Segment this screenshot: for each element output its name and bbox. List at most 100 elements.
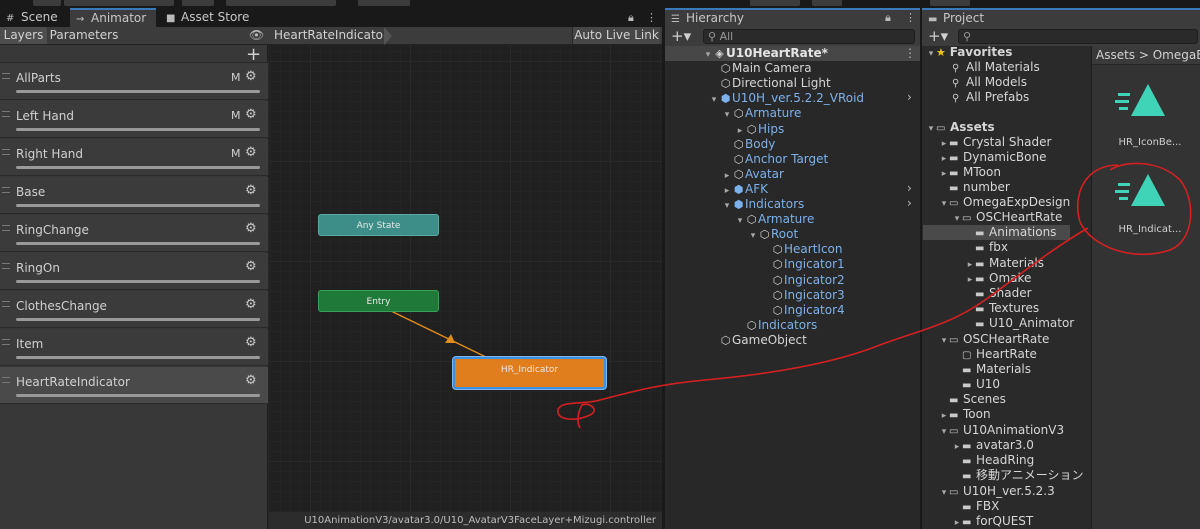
expand-arrow-icon[interactable]: ▾ <box>722 199 732 214</box>
entry-node[interactable]: Entry <box>318 290 439 312</box>
layer-weight-slider[interactable] <box>16 318 260 321</box>
project-tree-item[interactable]: ▸ ▬ Crystal Shader <box>939 135 1052 150</box>
tab-animator[interactable]: ⇝ Animator <box>70 8 156 27</box>
gear-icon[interactable]: ⚙ <box>245 183 257 198</box>
project-tree-item[interactable]: ▬ Textures <box>965 301 1039 316</box>
hierarchy-item[interactable]: ▾ ⬡ Root <box>748 227 798 242</box>
chevron-right-icon[interactable]: › <box>907 181 912 195</box>
project-tree-item[interactable]: ▬ Shader <box>965 286 1032 301</box>
lock-icon[interactable]: 🔒︎ <box>885 11 891 25</box>
hierarchy-item[interactable]: ▸ ⬡ Avatar <box>722 167 784 182</box>
hierarchy-item[interactable]: ▾ ⬢ U10H_ver.5.2.2_VRoid <box>709 91 864 106</box>
project-tree-item[interactable]: ▬ U10_Animator <box>965 316 1074 331</box>
hierarchy-item[interactable]: ▾ ⬢ Indicators <box>722 197 805 214</box>
project-search-input[interactable]: ⚲ <box>958 29 1198 44</box>
hierarchy-item[interactable]: ⬡ Anchor Target <box>722 152 829 167</box>
layer-row[interactable]: RingChange ⚙ <box>0 215 268 252</box>
drag-handle-icon[interactable] <box>2 111 10 117</box>
project-tree-item[interactable]: ▾ ▭ U10AnimationV3 <box>939 423 1064 438</box>
project-tree-item[interactable]: ▾ ▭ OSCHeartRate <box>952 210 1063 225</box>
hierarchy-item[interactable]: ⬡ Ingicator4 <box>761 303 845 318</box>
lock-icon[interactable]: 🔒︎ <box>628 11 634 25</box>
gear-icon[interactable]: ⚙ <box>245 145 257 160</box>
menu-dots-icon[interactable]: ⋮ <box>904 46 916 60</box>
create-button[interactable]: +▾ <box>671 27 691 45</box>
layer-row[interactable]: Left Hand M ⚙ <box>0 101 268 138</box>
gear-icon[interactable]: ⚙ <box>245 221 257 236</box>
drag-handle-icon[interactable] <box>2 339 10 345</box>
expand-arrow-icon[interactable]: ▸ <box>952 516 962 529</box>
hierarchy-item[interactable]: ⬡ HeartIcon <box>761 242 843 257</box>
project-tree-item[interactable]: ▬ Animations <box>923 225 1070 240</box>
hierarchy-search-input[interactable]: ⚲ All <box>703 29 915 44</box>
asset-item-hr-iconbeat[interactable]: HR_IconBe... <box>1112 80 1188 152</box>
layer-row[interactable]: RingOn ⚙ <box>0 253 268 290</box>
project-tree-item[interactable]: ▸ ▬ avatar3.0 <box>952 438 1034 453</box>
scene-row[interactable]: ▾ ◈ U10HeartRate* <box>703 46 828 61</box>
expand-arrow-icon[interactable]: ▾ <box>939 334 949 349</box>
project-tree-item[interactable]: ▬ HeadRing <box>952 453 1034 468</box>
toolbar-button[interactable] <box>226 0 336 6</box>
hierarchy-item[interactable]: ⬡ GameObject <box>709 333 807 348</box>
project-tree-item[interactable]: ▢ HeartRate <box>952 347 1037 362</box>
any-state-node[interactable]: Any State <box>318 214 439 236</box>
layer-weight-slider[interactable] <box>16 356 260 359</box>
layers-tab-button[interactable]: Layers <box>0 27 47 44</box>
tab-hierarchy[interactable]: ☰ Hierarchy <box>665 8 920 27</box>
hierarchy-item[interactable]: ⬡ Ingicator2 <box>761 273 845 288</box>
project-tree-item[interactable]: ▸ ▬ Omake <box>965 271 1032 286</box>
hierarchy-item[interactable]: ⬡ Ingicator1 <box>761 257 845 272</box>
asset-breadcrumb[interactable]: Assets > OmegaEx <box>1096 48 1200 62</box>
tab-scene[interactable]: # Scene <box>0 8 66 27</box>
layer-weight-slider[interactable] <box>16 90 260 93</box>
project-tree-item[interactable]: ▬ 移動アニメーション <box>952 468 1084 483</box>
toolbar-button[interactable] <box>930 0 970 6</box>
drag-handle-icon[interactable] <box>2 73 10 79</box>
drag-handle-icon[interactable] <box>2 301 10 307</box>
hierarchy-item[interactable]: ▾ ⬡ Armature <box>735 212 815 227</box>
gear-icon[interactable]: ⚙ <box>245 335 257 350</box>
project-tree-item[interactable]: ⚲ All Models <box>942 75 1027 90</box>
gear-icon[interactable]: ⚙ <box>245 259 257 274</box>
layer-weight-slider[interactable] <box>16 128 260 131</box>
menu-dots-icon[interactable]: ⋮ <box>646 11 657 24</box>
expand-arrow-icon[interactable]: ▾ <box>926 47 936 62</box>
hierarchy-item[interactable]: ⬡ Indicators <box>735 318 818 333</box>
project-tree-item[interactable]: ▬ number <box>939 180 1010 195</box>
hierarchy-item[interactable]: ⬡ Directional Light <box>709 76 831 91</box>
hierarchy-item[interactable]: ▸ ⬢ AFK <box>722 182 768 197</box>
entry-transition-line[interactable] <box>390 310 491 360</box>
expand-arrow-icon[interactable]: ▾ <box>939 197 949 212</box>
gear-icon[interactable]: ⚙ <box>245 297 257 312</box>
expand-arrow-icon[interactable]: ▸ <box>939 409 949 424</box>
gear-icon[interactable]: ⚙ <box>245 69 257 84</box>
expand-arrow-icon[interactable]: ▾ <box>939 425 949 440</box>
hierarchy-item[interactable]: ⬡ Ingicator3 <box>761 288 845 303</box>
breadcrumb[interactable]: HeartRateIndicator <box>270 27 388 44</box>
project-tree-item[interactable]: ▬ Materials <box>952 362 1031 377</box>
hierarchy-item[interactable]: ⬡ Body <box>722 137 776 152</box>
eye-icon[interactable]: 👁︎ <box>249 28 264 42</box>
project-tree-item[interactable]: ▸ ▬ DynamicBone <box>939 150 1047 165</box>
favorites-header[interactable]: ▾ ★ Favorites <box>926 45 1013 62</box>
hierarchy-item[interactable]: ▸ ⬡ Hips <box>735 122 785 137</box>
layer-row[interactable]: Item ⚙ <box>0 329 268 366</box>
drag-handle-icon[interactable] <box>2 149 10 155</box>
drag-handle-icon[interactable] <box>2 377 10 383</box>
layer-row[interactable]: Right Hand M ⚙ <box>0 139 268 176</box>
gear-icon[interactable]: ⚙ <box>245 107 257 122</box>
drag-handle-icon[interactable] <box>2 263 10 269</box>
project-tree-item[interactable]: ▾ ▭ OSCHeartRate <box>939 332 1050 349</box>
hierarchy-item[interactable]: ▾ ⬡ Armature <box>722 106 802 121</box>
toolbar-button[interactable] <box>750 0 800 6</box>
project-tree-item[interactable]: ▬ U10 <box>952 377 1000 392</box>
auto-live-link-button[interactable]: Auto Live Link <box>572 27 660 44</box>
project-tree-item[interactable]: ▬ fbx <box>965 240 1008 255</box>
menu-dots-icon[interactable]: ⋮ <box>905 11 916 24</box>
project-tree-item[interactable]: ▾ ▭ OmegaExpDesign <box>939 195 1071 212</box>
gear-icon[interactable]: ⚙ <box>245 373 257 388</box>
layer-row[interactable]: ClothesChange ⚙ <box>0 291 268 328</box>
project-tree-item[interactable]: ▬ FBX <box>952 499 999 514</box>
tab-asset-store[interactable]: ■ Asset Store <box>160 8 256 27</box>
layer-weight-slider[interactable] <box>16 242 260 245</box>
